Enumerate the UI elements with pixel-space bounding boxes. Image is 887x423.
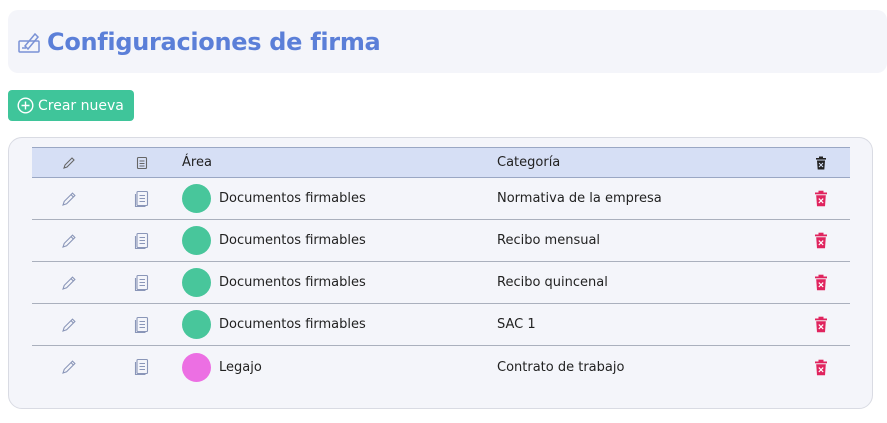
view-document-button[interactable]	[105, 190, 178, 208]
category-cell: Normativa de la empresa	[497, 191, 662, 206]
column-header-category[interactable]: Categoría	[493, 155, 791, 170]
signature-config-table: Área Categoría Documentos firmables Norma…	[32, 147, 850, 388]
page-header: Configuraciones de firma	[8, 10, 887, 73]
delete-button[interactable]	[791, 232, 850, 249]
category-cell: Recibo mensual	[497, 233, 601, 248]
page-title: Configuraciones de firma	[47, 27, 381, 56]
area-color-dot	[182, 352, 211, 382]
create-new-label: Crear nueva	[38, 97, 124, 114]
pencil-icon	[61, 191, 77, 207]
view-document-button[interactable]	[105, 274, 178, 292]
area-label: Documentos firmables	[219, 191, 366, 206]
area-label: Documentos firmables	[219, 317, 366, 332]
column-header-area[interactable]: Área	[178, 155, 493, 170]
document-icon	[134, 274, 150, 292]
area-cell: Documentos firmables	[178, 310, 493, 339]
edit-button[interactable]	[32, 275, 105, 291]
pencil-icon	[61, 317, 77, 333]
document-icon	[134, 358, 150, 376]
area-cell: Documentos firmables	[178, 268, 493, 297]
table-row: Legajo Contrato de trabajo	[32, 346, 850, 388]
trash-icon	[814, 316, 828, 333]
category-cell: Contrato de trabajo	[497, 359, 625, 375]
document-icon	[134, 190, 150, 208]
plus-circle-icon	[17, 97, 34, 114]
trash-icon	[791, 156, 850, 170]
delete-button[interactable]	[791, 359, 850, 376]
document-icon	[134, 232, 150, 250]
delete-button[interactable]	[791, 274, 850, 291]
area-color-dot	[182, 184, 211, 213]
area-color-dot	[182, 310, 211, 339]
document-icon	[134, 316, 150, 334]
pencil-icon	[32, 156, 105, 170]
view-document-button[interactable]	[105, 358, 178, 376]
pencil-icon	[61, 275, 77, 291]
pencil-icon	[61, 359, 77, 375]
area-label: Documentos firmables	[219, 275, 366, 290]
edit-button[interactable]	[32, 191, 105, 207]
table-row: Documentos firmables SAC 1	[32, 304, 850, 346]
delete-button[interactable]	[791, 316, 850, 333]
signature-config-card: Área Categoría Documentos firmables Norma…	[8, 137, 873, 409]
trash-icon	[814, 359, 828, 376]
table-header: Área Categoría	[32, 147, 850, 178]
table-row: Documentos firmables Recibo mensual	[32, 220, 850, 262]
edit-button[interactable]	[32, 317, 105, 333]
area-cell: Documentos firmables	[178, 226, 493, 255]
area-label: Legajo	[219, 359, 262, 375]
area-color-dot	[182, 268, 211, 297]
view-document-button[interactable]	[105, 232, 178, 250]
delete-button[interactable]	[791, 190, 850, 207]
edit-button[interactable]	[32, 233, 105, 249]
signature-icon	[17, 30, 41, 54]
category-cell: SAC 1	[497, 317, 536, 332]
create-new-button[interactable]: Crear nueva	[8, 90, 134, 121]
view-document-button[interactable]	[105, 316, 178, 334]
category-cell: Recibo quincenal	[497, 275, 608, 290]
trash-icon	[814, 232, 828, 249]
document-icon	[105, 156, 178, 170]
area-label: Documentos firmables	[219, 233, 366, 248]
table-body: Documentos firmables Normativa de la empr…	[32, 178, 850, 388]
trash-icon	[814, 274, 828, 291]
pencil-icon	[61, 233, 77, 249]
area-cell: Documentos firmables	[178, 184, 493, 213]
table-row: Documentos firmables Recibo quincenal	[32, 262, 850, 304]
edit-button[interactable]	[32, 359, 105, 375]
table-row: Documentos firmables Normativa de la empr…	[32, 178, 850, 220]
area-cell: Legajo	[178, 352, 493, 382]
trash-icon	[814, 190, 828, 207]
area-color-dot	[182, 226, 211, 255]
